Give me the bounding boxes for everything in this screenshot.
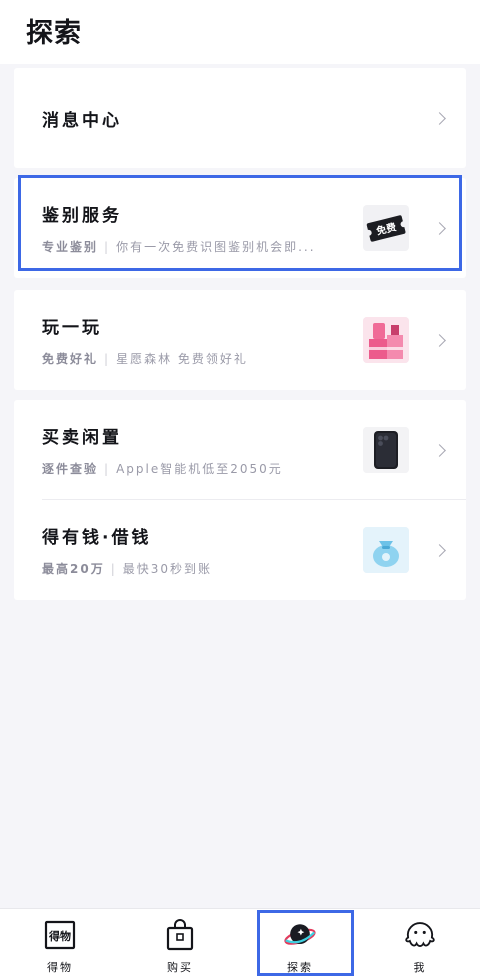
chevron-right-icon [433,443,446,457]
tab-buy[interactable]: 购买 [120,909,240,976]
header: 探索 [0,0,480,64]
tab-label-buy: 购买 [167,961,193,974]
money-bag-icon [363,527,409,573]
loan-row[interactable]: 得有钱·借钱 最高20万 | 最快30秒到账 [14,500,466,600]
tab-explore[interactable]: 探索 [240,909,360,976]
tab-dewu[interactable]: 得物 得物 [0,909,120,976]
play-title: 玩一玩 [42,318,102,338]
services-card: 买卖闲置 逐件查验 | Apple智能机低至2050元 得有钱·借钱 最高20万 | 最… [14,400,466,600]
chevron-right-icon [433,111,446,125]
planet-icon [283,918,317,952]
message-center-title: 消息中心 [42,110,122,131]
message-center-card: 消息中心 [14,68,466,168]
trade-title: 买卖闲置 [42,428,122,448]
dewu-logo-icon: 得物 [43,918,77,952]
appraisal-title: 鉴别服务 [42,206,122,226]
loan-title: 得有钱·借钱 [42,528,152,548]
chevron-right-icon [433,221,446,235]
separator: | [104,352,111,366]
appraisal-desc: 你有一次免费识图鉴别机会即... [116,240,316,254]
gift-box-icon [363,317,409,363]
tab-label-dewu: 得物 [47,961,73,974]
loan-desc: 最快30秒到账 [122,562,213,576]
separator: | [104,240,111,254]
play-tag: 免费好礼 [42,352,99,366]
trade-tag: 逐件查验 [42,462,99,476]
play-desc: 星愿森林 免费领好礼 [116,352,248,366]
bottom-tab-bar: 得物 得物 购买 探索 我 [0,908,480,976]
tab-label-me: 我 [413,961,427,974]
appraisal-row[interactable]: 鉴别服务 专业鉴别 | 你有一次免费识图鉴别机会即... 免费 [14,178,466,278]
separator: | [110,562,117,576]
appraisal-card: 鉴别服务 专业鉴别 | 你有一次免费识图鉴别机会即... 免费 [14,178,466,278]
free-ticket-thumbnail: 免费 [363,205,409,251]
tab-me[interactable]: 我 [360,909,480,976]
smartphone-icon [363,427,409,473]
play-card: 玩一玩 免费好礼 | 星愿森林 免费领好礼 [14,290,466,390]
dewu-logo-text: 得物 [48,929,71,943]
page-title: 探索 [26,17,82,49]
money-bag-thumbnail [363,527,409,573]
shopping-bag-icon [163,918,197,952]
tab-label-explore: 探索 [287,961,313,974]
phone-thumbnail [363,427,409,473]
trade-row[interactable]: 买卖闲置 逐件查验 | Apple智能机低至2050元 [14,400,466,500]
play-row[interactable]: 玩一玩 免费好礼 | 星愿森林 免费领好礼 [14,290,466,390]
free-ticket-icon: 免费 [365,215,407,242]
gift-box-thumbnail [363,317,409,363]
trade-desc: Apple智能机低至2050元 [116,462,283,476]
ghost-avatar-icon [403,918,437,952]
separator: | [104,462,111,476]
loan-tag: 最高20万 [42,562,105,576]
appraisal-tag: 专业鉴别 [42,240,99,254]
chevron-right-icon [433,333,446,347]
message-center-row[interactable]: 消息中心 [14,68,466,168]
chevron-right-icon [433,543,446,557]
